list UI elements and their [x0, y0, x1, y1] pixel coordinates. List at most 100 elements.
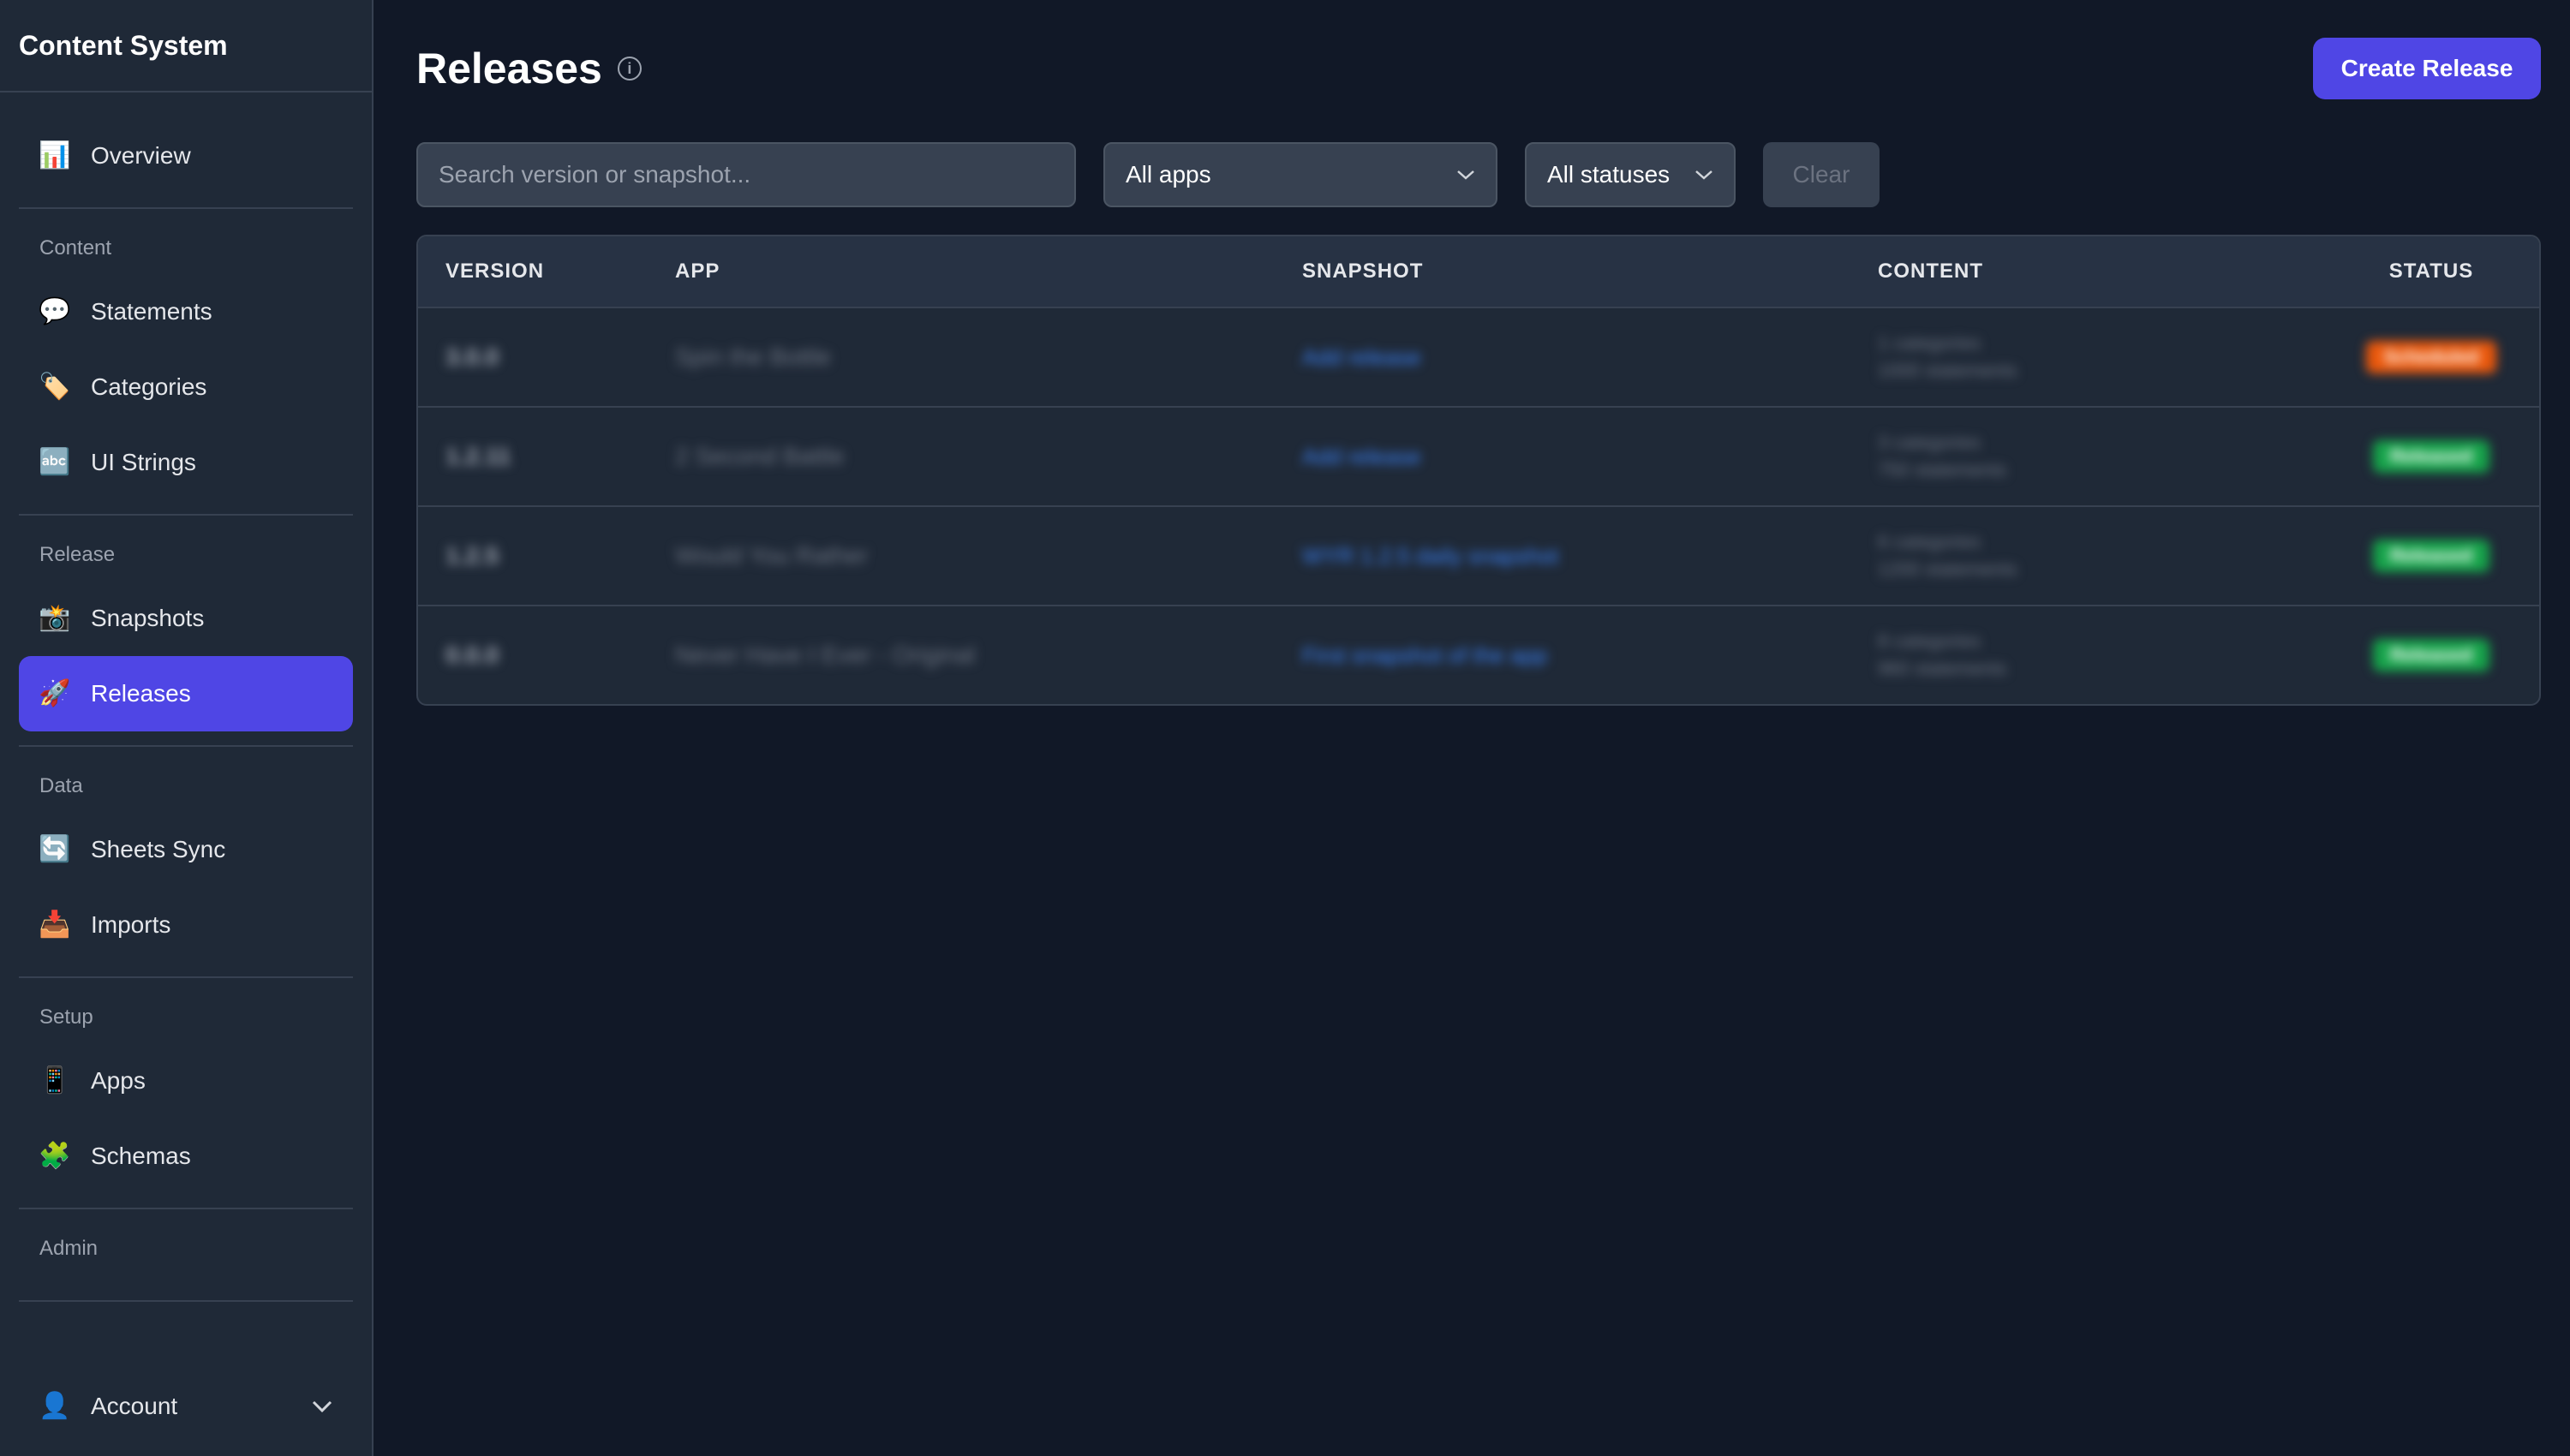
sidebar-item-label: Snapshots [91, 605, 205, 631]
table-row[interactable]: 1.2.5 Would You Rather WYR 1.2.5 daily s… [418, 507, 2539, 606]
content-statements: 1000 statements [1878, 360, 2017, 381]
sidebar: Content System 📊 Overview Content 💬 Stat… [0, 0, 374, 1456]
column-header-version[interactable]: VERSION [418, 260, 675, 283]
sidebar-item-label: Imports [91, 911, 171, 938]
create-release-button[interactable]: Create Release [2313, 38, 2541, 99]
content-cell: 1 categories 1000 statements [1878, 330, 2323, 385]
sidebar-item-ui-strings[interactable]: 🔤 UI Strings [19, 425, 353, 500]
rocket-icon: 🚀 [39, 679, 71, 707]
apps-select[interactable]: All apps [1103, 142, 1497, 207]
sidebar-nav: 📊 Overview Content 💬 Statements 🏷️ Categ… [0, 92, 372, 1274]
section-label-content: Content [39, 236, 112, 260]
app-cell: Never Have I Ever - Original [675, 641, 976, 668]
column-header-app[interactable]: APP [675, 260, 1302, 283]
main-content: Releases i Create Release All apps All s… [416, 0, 2541, 706]
page-title: Releases [416, 45, 602, 92]
section-label-setup: Setup [39, 1005, 93, 1029]
version-cell: 1.2.5 [445, 542, 499, 569]
snapshot-link[interactable]: First snapshot of the app [1302, 642, 1547, 668]
puzzle-piece-icon: 🧩 [39, 1142, 71, 1170]
content-categories: 8 categories [1878, 630, 1981, 652]
app-title: Content System [0, 0, 372, 92]
table-row[interactable]: 0.0.0 Never Have I Ever - Original First… [418, 606, 2539, 704]
content-categories: 1 categories [1878, 332, 1981, 354]
filter-bar: All apps All statuses Clear [416, 140, 2541, 209]
version-cell: 1.2.11 [445, 443, 511, 469]
sidebar-item-label: Statements [91, 298, 212, 325]
speech-bubble-icon: 💬 [39, 297, 71, 325]
chevron-down-icon [1694, 170, 1713, 180]
user-icon: 👤 [39, 1392, 71, 1420]
content-statements: 1200 statements [1878, 558, 2017, 580]
divider [19, 1300, 353, 1302]
status-select[interactable]: All statuses [1525, 142, 1736, 207]
sidebar-item-label: Categories [91, 373, 207, 400]
section-label-data: Data [39, 774, 83, 797]
version-cell: 0.0.0 [445, 641, 499, 668]
column-header-content[interactable]: CONTENT [1878, 260, 2323, 283]
divider [19, 745, 353, 747]
clear-button[interactable]: Clear [1763, 142, 1880, 207]
snapshot-link[interactable]: WYR 1.2.5 daily snapshot [1302, 543, 1558, 569]
chevron-down-icon [1456, 170, 1475, 180]
chevron-down-icon [312, 1400, 332, 1412]
sync-icon: 🔄 [39, 835, 71, 863]
sidebar-item-overview[interactable]: 📊 Overview [19, 118, 353, 194]
app-cell: 2 Second Battle [675, 443, 845, 469]
column-header-snapshot[interactable]: SNAPSHOT [1302, 260, 1878, 283]
divider [19, 976, 353, 978]
sidebar-item-label: UI Strings [91, 449, 196, 475]
sidebar-item-schemas[interactable]: 🧩 Schemas [19, 1119, 353, 1194]
tag-icon: 🏷️ [39, 373, 71, 401]
inbox-tray-icon: 📥 [39, 910, 71, 939]
camera-flash-icon: 📸 [39, 604, 71, 632]
content-categories: 3 categories [1878, 432, 1981, 453]
account-label: Account [91, 1393, 178, 1419]
app-cell: Spin the Bottle [675, 343, 832, 370]
status-badge: Scheduled [2366, 341, 2496, 373]
info-icon[interactable]: i [617, 57, 642, 81]
snapshot-link[interactable]: Add release [1302, 344, 1421, 370]
page-header: Releases i Create Release [416, 0, 2541, 137]
sidebar-item-label: Releases [91, 680, 191, 707]
sidebar-item-releases[interactable]: 🚀 Releases [19, 656, 353, 731]
sidebar-item-label: Schemas [91, 1143, 191, 1169]
table-row[interactable]: 1.2.11 2 Second Battle Add release 3 cat… [418, 408, 2539, 507]
mobile-phone-icon: 📱 [39, 1066, 71, 1095]
status-badge: Released [2372, 639, 2490, 671]
snapshot-link[interactable]: Add release [1302, 444, 1421, 469]
account-menu[interactable]: 👤 Account [19, 1370, 353, 1442]
sidebar-item-apps[interactable]: 📱 Apps [19, 1043, 353, 1119]
bar-chart-icon: 📊 [39, 141, 71, 170]
content-cell: 6 categories 1200 statements [1878, 528, 2323, 583]
content-statements: 960 statements [1878, 658, 2007, 679]
version-cell: 3.0.0 [445, 343, 499, 370]
sidebar-item-label: Sheets Sync [91, 836, 226, 862]
column-header-status[interactable]: STATUS [2323, 260, 2539, 283]
content-statements: 750 statements [1878, 459, 2007, 480]
sidebar-item-categories[interactable]: 🏷️ Categories [19, 349, 353, 425]
divider [19, 1208, 353, 1209]
sidebar-item-sheets-sync[interactable]: 🔄 Sheets Sync [19, 812, 353, 887]
apps-select-value: All apps [1126, 161, 1211, 188]
sidebar-item-statements[interactable]: 💬 Statements [19, 274, 353, 349]
table-header: VERSION APP SNAPSHOT CONTENT STATUS [418, 236, 2539, 308]
content-cell: 3 categories 750 statements [1878, 429, 2323, 484]
sidebar-item-imports[interactable]: 📥 Imports [19, 887, 353, 963]
section-label-admin: Admin [39, 1237, 99, 1260]
search-input[interactable] [416, 142, 1076, 207]
table-row[interactable]: 3.0.0 Spin the Bottle Add release 1 cate… [418, 308, 2539, 408]
status-select-value: All statuses [1547, 161, 1670, 188]
sidebar-item-label: Apps [91, 1067, 146, 1094]
abc-icon: 🔤 [39, 448, 71, 476]
status-badge: Released [2372, 440, 2490, 473]
divider [19, 514, 353, 516]
content-categories: 6 categories [1878, 531, 1981, 552]
status-badge: Released [2372, 540, 2490, 572]
app-cell: Would You Rather [675, 542, 869, 569]
content-cell: 8 categories 960 statements [1878, 628, 2323, 683]
releases-table: VERSION APP SNAPSHOT CONTENT STATUS 3.0.… [416, 235, 2541, 706]
sidebar-item-snapshots[interactable]: 📸 Snapshots [19, 581, 353, 656]
sidebar-item-label: Overview [91, 142, 191, 169]
divider [19, 207, 353, 209]
